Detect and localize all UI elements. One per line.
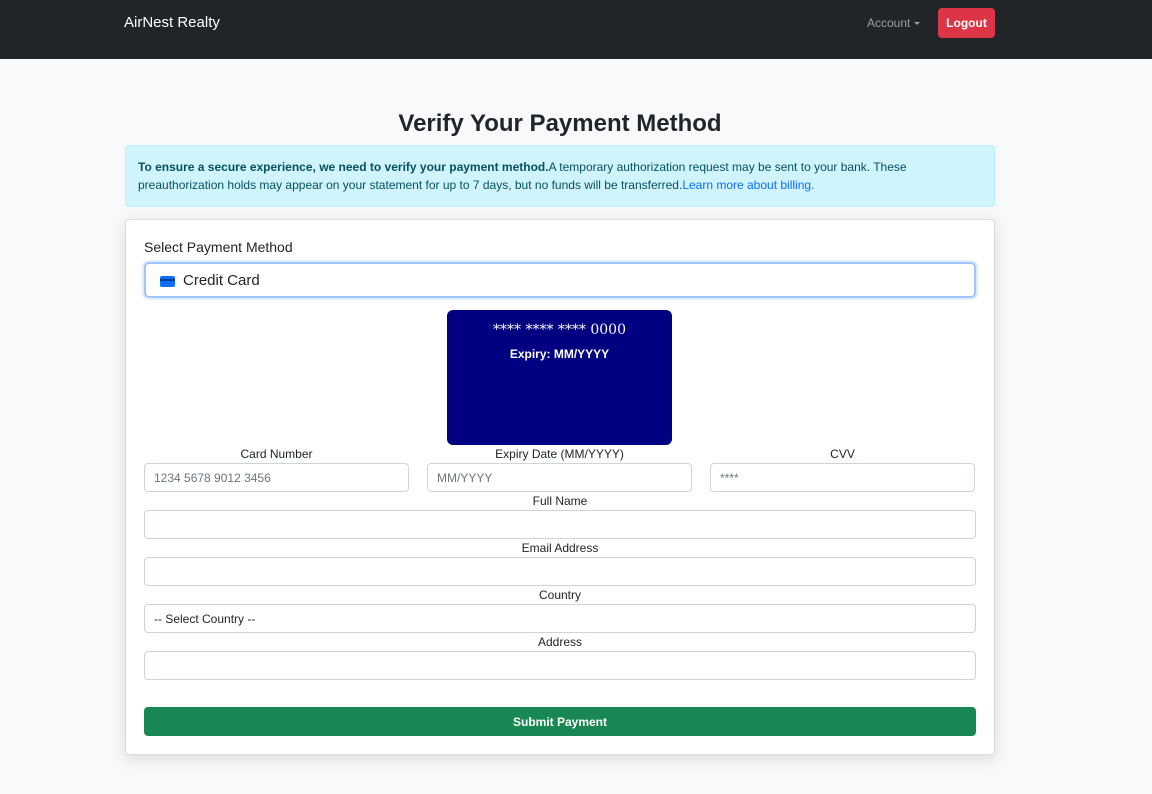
card-number-label: Card Number [240,447,313,461]
navbar: AirNest Realty Account Logout [0,0,1152,59]
account-dropdown[interactable]: Account [867,16,921,30]
payment-method-value: Credit Card [183,271,260,289]
expiry-date-label: Expiry Date (MM/YYYY) [495,447,624,461]
cvv-input[interactable] [710,463,975,492]
page-title: Verify Your Payment Method [398,110,722,137]
brand-logo[interactable]: AirNest Realty [124,14,220,32]
full-name-label: Full Name [532,494,588,508]
email-label: Email Address [521,541,599,555]
account-label: Account [867,16,911,30]
expiry-date-input[interactable] [427,463,692,492]
full-name-input[interactable] [144,510,976,539]
country-select[interactable]: -- Select Country -- [144,604,976,633]
submit-payment-button[interactable]: Submit Payment [144,707,976,736]
cvv-label: CVV [830,447,855,461]
credit-card-icon [160,276,175,287]
payment-method-label: Select Payment Method [144,239,293,255]
country-label: Country [538,588,582,602]
payment-method-select[interactable]: Credit Card [144,262,976,298]
address-input[interactable] [144,651,976,680]
logout-button[interactable]: Logout [938,8,995,38]
address-label: Address [537,635,583,649]
alert-bold-text: To ensure a secure experience, we need t… [138,160,549,174]
email-input[interactable] [144,557,976,586]
card-preview-number: **** **** **** 0000 [493,322,626,338]
info-alert: To ensure a secure experience, we need t… [125,145,995,207]
billing-link[interactable]: Learn more about billing. [682,178,814,192]
country-select-value: -- Select Country -- [154,611,256,626]
caret-down-icon [914,21,921,25]
card-number-input[interactable] [144,463,409,492]
card-preview-expiry: Expiry: MM/YYYY [509,347,610,361]
card-preview: **** **** **** 0000 Expiry: MM/YYYY [447,310,672,445]
